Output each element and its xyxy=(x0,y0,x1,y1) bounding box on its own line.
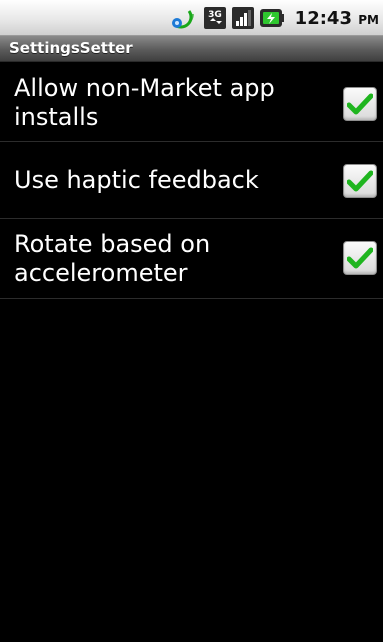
sync-icon xyxy=(167,3,201,33)
setting-label: Allow non-Market app installs xyxy=(14,74,275,131)
settings-list: Allow non-Market app installs Use haptic… xyxy=(0,62,383,299)
battery-charging-icon xyxy=(257,3,287,33)
checkbox-non-market-installs[interactable] xyxy=(343,87,377,121)
clock: 12:43 PM xyxy=(295,8,379,29)
network-3g-icon: 3G xyxy=(201,3,229,33)
setting-row-rotate-accelerometer[interactable]: Rotate based on accelerometer xyxy=(0,219,383,299)
setting-row-haptic-feedback[interactable]: Use haptic feedback xyxy=(0,142,383,219)
checkbox-rotate-accelerometer[interactable] xyxy=(343,241,377,275)
status-icons: 3G 12:43 PM xyxy=(167,0,383,36)
network-type-label: 3G xyxy=(208,10,222,20)
app-title: SettingsSetter xyxy=(9,39,133,57)
signal-icon xyxy=(229,3,257,33)
setting-row-non-market-installs[interactable]: Allow non-Market app installs xyxy=(0,62,383,142)
setting-label: Rotate based on accelerometer xyxy=(14,230,211,287)
status-bar: 3G 12:43 PM xyxy=(0,0,383,36)
check-icon xyxy=(347,247,373,269)
clock-time: 12:43 xyxy=(294,7,352,29)
checkbox-haptic-feedback[interactable] xyxy=(343,164,377,198)
setting-label: Use haptic feedback xyxy=(14,166,259,194)
check-icon xyxy=(347,93,373,115)
clock-ampm: PM xyxy=(358,12,379,27)
check-icon xyxy=(347,170,373,192)
title-bar: SettingsSetter xyxy=(0,36,383,62)
